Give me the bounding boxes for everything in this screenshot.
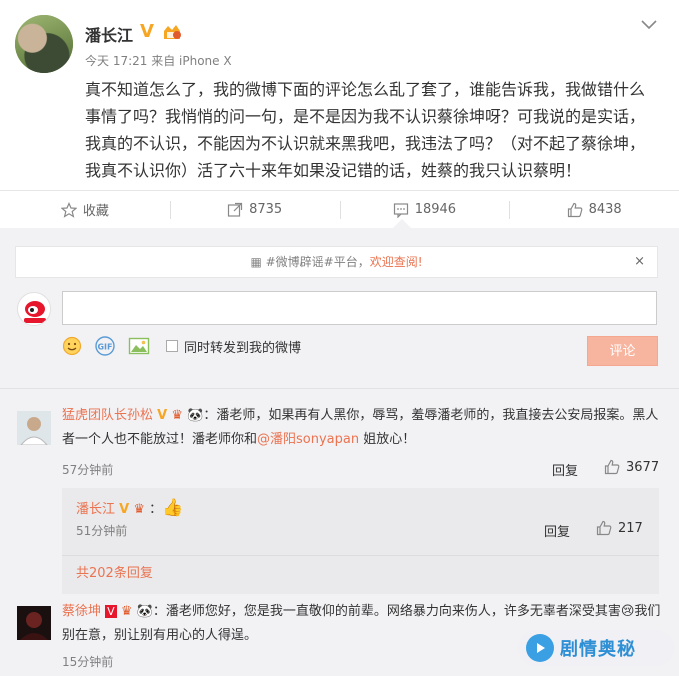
comment-input[interactable] xyxy=(62,291,657,325)
author-name[interactable]: 潘长江 xyxy=(85,22,133,46)
comment-button[interactable]: 18946 xyxy=(339,191,510,228)
star-icon xyxy=(60,201,77,218)
image-icon[interactable] xyxy=(128,336,150,356)
sub-reply-box: 潘长江 V ♛ ：👍 51分钟前 回复 217 共202条回复 xyxy=(62,488,659,594)
comment-section: ▦ #微博辟谣#平台，欢迎查阅! × GIF 同时转发到我的微博 评论 猛虎团队… xyxy=(0,219,679,676)
more-replies-link[interactable]: 共202条回复 xyxy=(76,562,153,581)
vip-badge-icon: ♛ xyxy=(171,408,184,423)
like-count: 8438 xyxy=(588,202,622,217)
sub-reply-emoji: 👍 xyxy=(162,498,184,518)
vip-badge-icon: ♛ xyxy=(120,604,133,619)
hash-icon: ▦ xyxy=(250,255,266,269)
post-text: 真不知道怎么了，我的微博下面的评论怎么乱了套了，谁能告诉我，我做错什么事情了吗？… xyxy=(85,80,646,180)
comment-icon xyxy=(393,202,408,218)
comment-body: 猛虎团队长孙松 V ♛ 🐼：潘老师，如果再有人黑你，辱骂，羞辱潘老师的，我直接去… xyxy=(62,404,662,452)
watermark: 剧情奥秘 xyxy=(518,630,674,666)
comment-time: 57分钟前 xyxy=(62,463,114,477)
comment-text-end: 姐放心！ xyxy=(359,432,416,447)
verified-badge-icon: V xyxy=(140,21,154,42)
thumbs-up-icon xyxy=(596,520,612,536)
sub-reply-like-button[interactable]: 217 xyxy=(596,520,643,536)
emoji-icon[interactable] xyxy=(62,336,82,356)
favorite-button[interactable]: 收藏 xyxy=(0,191,170,228)
repost-count: 8735 xyxy=(249,202,283,217)
notice-text: #微博辟谣#平台， xyxy=(265,255,370,269)
divider xyxy=(62,555,659,556)
sub-reply-time: 51分钟前 xyxy=(76,524,128,538)
colon: ： xyxy=(149,502,163,517)
thumbs-up-icon xyxy=(567,202,582,217)
also-repost-label: 同时转发到我的微博 xyxy=(184,340,302,356)
close-icon[interactable]: × xyxy=(634,247,645,277)
sub-reply-author[interactable]: 潘长江 xyxy=(76,502,115,517)
my-avatar[interactable] xyxy=(17,292,51,326)
rumor-notice: ▦ #微博辟谣#平台，欢迎查阅! × xyxy=(15,246,658,278)
favorite-label: 收藏 xyxy=(82,204,109,219)
member-badge-icon: V xyxy=(157,408,168,423)
weibo-post: 潘长江 V 今天 17:21 来自 iPhone X 真不知道怎么了，我的微博下… xyxy=(0,0,679,228)
person-avatar-icon xyxy=(17,606,51,640)
gif-icon[interactable]: GIF xyxy=(94,336,116,356)
panda-badge-icon: 🐼 xyxy=(136,604,153,619)
post-meta: 今天 17:21 来自 iPhone X xyxy=(85,54,232,68)
comment-like-count: 3677 xyxy=(626,459,660,475)
comment-author[interactable]: 猛虎团队长孙松 xyxy=(62,408,153,423)
sub-reply: 潘长江 V ♛ ：👍 xyxy=(76,496,183,522)
notice-link[interactable]: 欢迎查阅! xyxy=(370,255,423,269)
action-bar: 收藏 8735 18946 8438 xyxy=(0,190,679,228)
composer-tools: GIF 同时转发到我的微博 xyxy=(62,336,301,356)
repost-icon xyxy=(227,202,243,217)
weibo-logo-icon xyxy=(19,294,50,325)
panda-badge-icon: 🐼 xyxy=(187,408,204,423)
verified-badge-icon: V xyxy=(105,605,117,618)
author-avatar[interactable] xyxy=(15,15,73,73)
comment-like-button[interactable]: 3677 xyxy=(604,459,659,475)
comment-time: 15分钟前 xyxy=(62,655,114,669)
reply-button[interactable]: 回复 xyxy=(552,460,578,479)
commenter-avatar[interactable] xyxy=(17,411,51,445)
member-badge-icon xyxy=(164,25,181,39)
commenter-avatar[interactable] xyxy=(17,606,51,640)
submit-comment-button[interactable]: 评论 xyxy=(587,336,658,366)
sad-emoji-icon: 😢 xyxy=(620,604,635,619)
sub-reply-like-count: 217 xyxy=(618,520,643,536)
svg-text:GIF: GIF xyxy=(97,343,112,352)
mention-link[interactable]: @潘阳sonyapan xyxy=(257,432,359,447)
play-icon xyxy=(526,634,554,662)
comment-caret xyxy=(393,219,411,228)
like-button[interactable]: 8438 xyxy=(509,191,679,228)
comment-text: ：潘老师您好，您是我一直敬仰的前辈。网络暴力向来伤人，许多无辜者深受其害 xyxy=(152,604,621,619)
chevron-down-icon[interactable] xyxy=(640,18,658,32)
thumbs-up-icon xyxy=(604,459,620,475)
watermark-text: 剧情奥秘 xyxy=(560,639,636,660)
comment-item: 猛虎团队长孙松 V ♛ 🐼：潘老师，如果再有人黑你，辱骂，羞辱潘老师的，我直接去… xyxy=(62,404,662,452)
sub-reply-button[interactable]: 回复 xyxy=(544,521,570,540)
divider xyxy=(0,388,679,389)
comment-author[interactable]: 蔡徐坤 xyxy=(62,604,101,619)
person-avatar-icon xyxy=(17,411,51,445)
repost-button[interactable]: 8735 xyxy=(169,191,340,228)
comment-count: 18946 xyxy=(414,202,457,217)
verified-badge-icon: V xyxy=(119,502,130,517)
also-repost-checkbox[interactable] xyxy=(166,340,178,352)
vip-badge-icon: ♛ xyxy=(133,502,146,517)
